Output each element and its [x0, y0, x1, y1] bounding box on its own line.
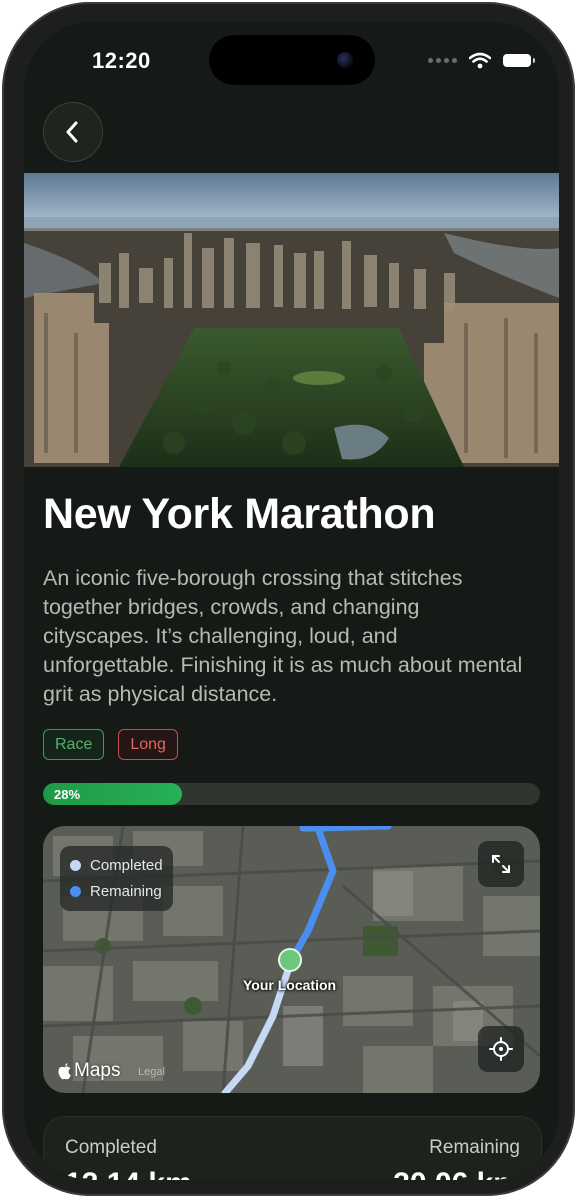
expand-map-button[interactable] — [478, 841, 524, 887]
battery-icon — [503, 54, 535, 67]
front-camera-icon — [337, 52, 353, 68]
back-button[interactable] — [43, 102, 103, 162]
completed-dot-icon — [70, 859, 81, 871]
remaining-label: Remaining — [429, 1137, 520, 1158]
tag-race[interactable]: Race — [43, 729, 105, 760]
legal-link[interactable]: Legal — [138, 1066, 165, 1078]
legend-completed-label: Completed — [90, 856, 163, 874]
route-map[interactable]: Completed Remaining Your Location Maps L… — [43, 826, 540, 1093]
remaining-dot-icon — [70, 885, 81, 897]
user-location-marker — [278, 948, 302, 972]
dynamic-island — [209, 35, 375, 85]
maps-brand-label: Maps — [74, 1060, 121, 1081]
completed-label: Completed — [65, 1137, 157, 1158]
progress-fill: 28% — [43, 783, 183, 805]
completed-value: 12.14 km — [65, 1167, 192, 1180]
chevron-left-icon — [66, 121, 78, 143]
stats-card: Completed 12.14 km Remaining 30.06 km — [43, 1116, 542, 1180]
progress-label: 28% — [54, 786, 81, 802]
user-location-label: Your Location — [243, 977, 337, 993]
maps-attribution: Maps — [57, 1060, 120, 1082]
crosshair-icon — [489, 1037, 513, 1061]
expand-icon — [492, 855, 510, 873]
recenter-button[interactable] — [478, 1026, 524, 1072]
tag-long[interactable]: Long — [118, 729, 178, 760]
cellular-signal-icon — [428, 58, 457, 63]
legend-completed: Completed — [70, 852, 163, 878]
apple-logo-icon — [58, 1063, 71, 1080]
race-description: An iconic five-borough crossing that sti… — [43, 566, 523, 706]
race-title: New York Marathon — [43, 490, 436, 538]
hero-image — [24, 173, 559, 467]
remaining-value: 30.06 km — [393, 1167, 520, 1180]
progress-bar: 28% — [43, 783, 540, 805]
wifi-icon — [469, 52, 491, 69]
status-time: 12:20 — [92, 48, 151, 73]
legend-remaining: Remaining — [70, 878, 163, 904]
map-legend: Completed Remaining — [60, 846, 173, 911]
legend-remaining-label: Remaining — [90, 882, 162, 900]
phone-frame: 12:20 New York Marathon An iconic five-b… — [2, 2, 575, 1196]
app-screen: 12:20 New York Marathon An iconic five-b… — [24, 22, 559, 1180]
status-icons — [428, 52, 535, 69]
tag-list: Race Long — [43, 729, 178, 760]
